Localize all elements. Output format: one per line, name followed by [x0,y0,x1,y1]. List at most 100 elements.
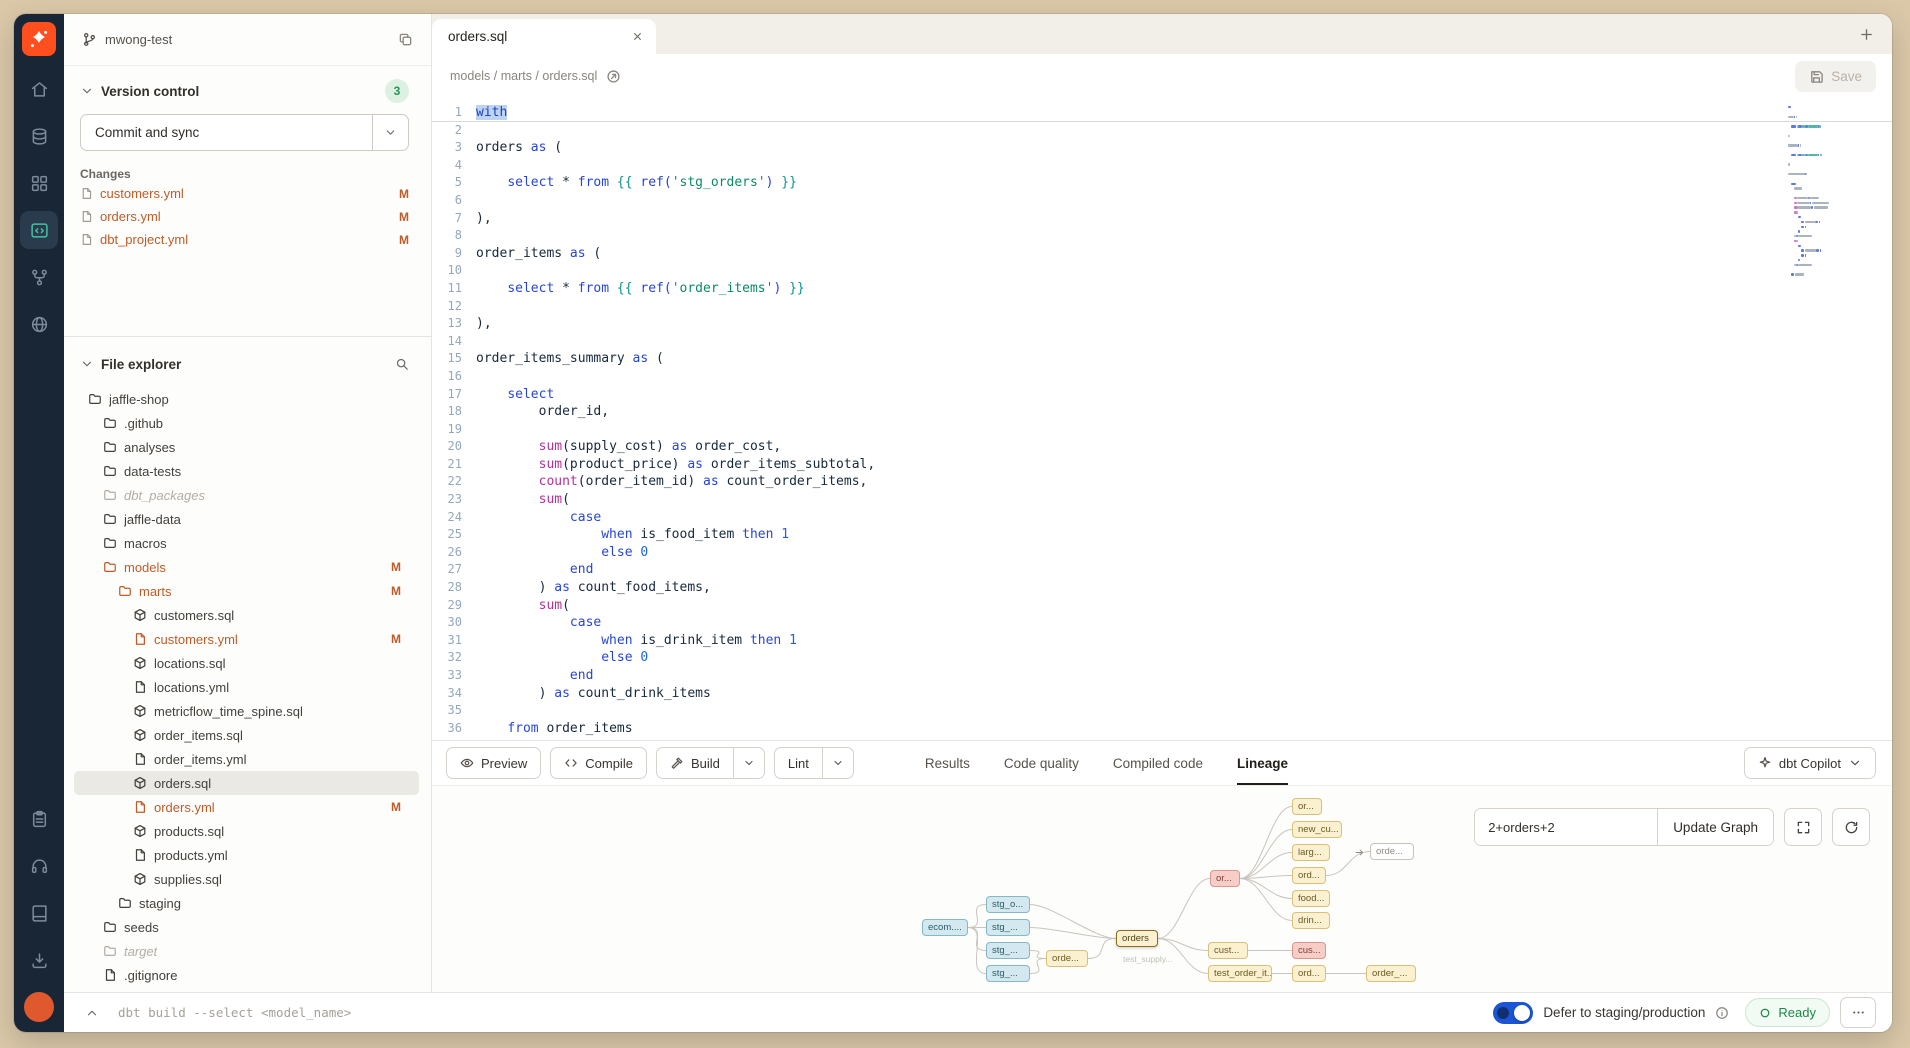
code-line[interactable]: 8 [432,227,1892,245]
file-tree-item[interactable]: jaffle-shop [74,387,419,411]
code-line[interactable]: 7), [432,210,1892,228]
code-line[interactable]: 24 case [432,509,1892,527]
file-tree-item[interactable]: target [74,939,419,963]
file-tree-item[interactable]: supplies.sql [74,867,419,891]
code-line[interactable]: 35 [432,702,1892,720]
code-line[interactable]: 19 [432,421,1892,439]
file-explorer-header[interactable]: File explorer [80,347,409,381]
close-tab-icon[interactable] [631,30,644,43]
code-line[interactable]: 29 sum( [432,597,1892,615]
code-line[interactable]: 11 select * from {{ ref('order_items') }… [432,280,1892,298]
dbt-copilot-button[interactable]: dbt Copilot [1744,747,1876,779]
tab-compiled-code[interactable]: Compiled code [1113,741,1203,785]
code-line[interactable]: 32 else 0 [432,649,1892,667]
save-button[interactable]: Save [1795,61,1876,92]
branch-row[interactable]: mwong-test [64,14,431,66]
code-line[interactable]: 2 [432,122,1892,140]
lineage-node-drin[interactable]: drin... [1292,912,1330,929]
grid-icon[interactable] [20,164,58,202]
code-line[interactable]: 36 from order_items [432,720,1892,738]
file-tree-item[interactable]: customers.ymlM [74,627,419,651]
code-line[interactable]: 4 [432,157,1892,175]
code-line[interactable]: 25 when is_food_item then 1 [432,526,1892,544]
code-line[interactable]: 37 [432,737,1892,740]
file-tree-item[interactable]: modelsM [74,555,419,579]
lineage-node-toi[interactable]: test_order_it... [1208,965,1272,982]
changed-file-row[interactable]: dbt_project.ymlM [80,229,409,250]
build-options-chevron[interactable] [733,748,764,778]
commit-and-sync-button[interactable]: Commit and sync [80,114,409,151]
build-button[interactable]: Build [656,747,765,779]
changed-file-row[interactable]: orders.ymlM [80,206,409,227]
code-line[interactable]: 13), [432,315,1892,333]
compile-button[interactable]: Compile [550,747,647,779]
lineage-node-ecom[interactable]: ecom.... [922,919,968,936]
open-compiled-icon[interactable] [606,69,621,84]
code-line[interactable]: 18 order_id, [432,403,1892,421]
lineage-node-stg2[interactable]: stg_... [986,919,1030,936]
code-line[interactable]: 30 case [432,614,1892,632]
file-tree-item[interactable]: dbt_packages [74,483,419,507]
code-line[interactable]: 16 [432,368,1892,386]
code-line[interactable]: 9order_items as ( [432,245,1892,263]
lineage-node-orderx[interactable]: order_... [1366,965,1416,982]
lineage-node-cust[interactable]: cust... [1208,942,1248,959]
file-tree-item[interactable]: order_items.yml [74,747,419,771]
code-line[interactable]: 31 when is_drink_item then 1 [432,632,1892,650]
code-line[interactable]: 17 select [432,386,1892,404]
file-tree-item[interactable]: locations.yml [74,675,419,699]
code-editor-icon[interactable] [20,211,58,249]
clipboard-icon[interactable] [20,800,58,838]
book-icon[interactable] [20,894,58,932]
editor-minimap[interactable] [1788,106,1876,283]
command-input[interactable]: dbt build --select <model_name> [118,1005,351,1020]
code-line[interactable]: 33 end [432,667,1892,685]
code-editor[interactable]: 1with23orders as (45 select * from {{ re… [432,98,1892,740]
headset-icon[interactable] [20,847,58,885]
user-avatar[interactable] [24,992,54,1022]
search-icon[interactable] [395,357,409,371]
file-tree-item[interactable]: orders.ymlM [74,795,419,819]
file-tree-item[interactable]: locations.sql [74,651,419,675]
file-tree-item[interactable]: customers.sql [74,603,419,627]
lineage-node-orda[interactable]: ord... [1292,867,1326,884]
version-control-header[interactable]: Version control 3 [80,74,409,108]
tab-results[interactable]: Results [925,741,970,785]
lineage-node-ordb[interactable]: ord... [1292,965,1326,982]
file-tree-item[interactable]: orders.sql [74,771,419,795]
expand-command-bar-button[interactable] [80,1001,104,1025]
globe-icon[interactable] [20,305,58,343]
file-tree-item[interactable]: macros [74,531,419,555]
copy-branch-icon[interactable] [398,32,413,47]
lineage-node-ory[interactable]: or... [1292,798,1322,815]
dbt-logo[interactable] [22,22,56,56]
code-line[interactable]: 15order_items_summary as ( [432,350,1892,368]
lineage-selector-input[interactable] [1475,809,1657,845]
file-tree-item[interactable]: data-tests [74,459,419,483]
tab-code-quality[interactable]: Code quality [1004,741,1079,785]
code-line[interactable]: 14 [432,333,1892,351]
defer-toggle[interactable] [1493,1002,1533,1024]
update-graph-button[interactable]: Update Graph [1657,809,1773,845]
code-line[interactable]: 5 select * from {{ ref('stg_orders') }} [432,174,1892,192]
code-line[interactable]: 23 sum( [432,491,1892,509]
lineage-node-orp[interactable]: or... [1210,870,1240,887]
file-tree-item[interactable]: analyses [74,435,419,459]
more-options-button[interactable] [1840,997,1876,1028]
new-tab-icon[interactable] [1859,27,1874,42]
file-tree-item[interactable]: metricflow_time_spine.sql [74,699,419,723]
lineage-node-ord1[interactable]: orde... [1046,950,1088,967]
code-line[interactable]: 6 [432,192,1892,210]
fullscreen-button[interactable] [1784,808,1822,846]
lineage-node-orders[interactable]: orders [1116,930,1158,947]
lineage-node-stg1[interactable]: stg_o... [986,896,1030,913]
code-line[interactable]: 34 ) as count_drink_items [432,685,1892,703]
lineage-node-newcu[interactable]: new_cu... [1292,821,1342,838]
code-line[interactable]: 26 else 0 [432,544,1892,562]
lint-button[interactable]: Lint [774,747,854,779]
file-tree-item[interactable]: .gitignore [74,963,419,987]
info-icon[interactable] [1715,1006,1729,1020]
code-line[interactable]: 1with [432,104,1892,122]
lineage-node-stg3[interactable]: stg_... [986,942,1030,959]
file-tree-item[interactable]: .github [74,411,419,435]
